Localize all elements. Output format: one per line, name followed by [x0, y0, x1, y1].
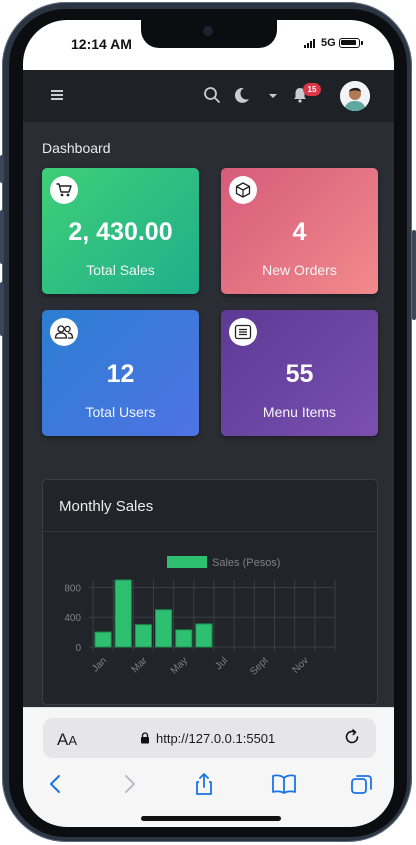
- battery-tip: [361, 41, 363, 45]
- total-users-card[interactable]: 12 Total Users: [42, 310, 199, 436]
- x-tick-label: Jul: [213, 655, 230, 672]
- y-tick-label: 0: [75, 643, 81, 654]
- status-time: 12:14 AM: [71, 36, 132, 52]
- url-text: http://127.0.0.1:5501: [156, 731, 276, 746]
- bar-may: [175, 629, 193, 648]
- bar-feb: [114, 579, 132, 648]
- camera-icon: [203, 26, 213, 36]
- lock-icon: [141, 732, 149, 744]
- avatar-image: [340, 81, 370, 111]
- bar-mar: [134, 624, 153, 648]
- total-sales-label: Total Sales: [86, 262, 155, 278]
- search-icon[interactable]: [203, 86, 221, 104]
- battery-icon: [339, 38, 360, 48]
- x-tick-label: Mar: [130, 655, 150, 675]
- total-users-label: Total Users: [85, 404, 156, 420]
- total-sales-card[interactable]: 2, 430.00 Total Sales: [42, 168, 199, 294]
- new-orders-label: New Orders: [262, 262, 337, 278]
- cart-icon: [50, 176, 78, 204]
- dashboard-content: Dashboard 2, 430.00 Total Sales 4 New Or…: [23, 122, 394, 732]
- avatar[interactable]: [340, 81, 370, 111]
- x-tick-label: Sept: [248, 655, 270, 677]
- phone-side-button: [0, 282, 4, 336]
- monthly-sales-card: Monthly Sales Sales (Pesos) 0 400 800 Jan Mar…: [42, 479, 378, 705]
- navbar: 15: [23, 70, 394, 122]
- network-label: 5G: [321, 37, 336, 49]
- box-icon: [229, 176, 257, 204]
- phone-power-button: [412, 230, 416, 320]
- legend-label: Sales (Pesos): [212, 557, 280, 569]
- notch: [141, 20, 277, 48]
- users-icon: [50, 318, 78, 346]
- page-title: Dashboard: [42, 140, 111, 156]
- forward-icon[interactable]: [116, 772, 142, 796]
- y-tick-label: 400: [64, 613, 81, 624]
- back-icon[interactable]: [43, 772, 69, 796]
- text-size-label: A: [57, 730, 69, 749]
- menu-items-value: 55: [285, 360, 314, 388]
- phone-side-button: [0, 210, 4, 264]
- share-icon[interactable]: [191, 772, 217, 796]
- address-bar[interactable]: AA http://127.0.0.1:5501: [43, 718, 376, 758]
- x-tick-label: May: [169, 655, 190, 676]
- new-orders-value: 4: [292, 218, 307, 246]
- phone-side-button: [0, 155, 4, 183]
- y-tick-label: 800: [64, 583, 81, 594]
- tabs-icon[interactable]: [349, 772, 375, 796]
- list-icon: [229, 318, 257, 346]
- menu-icon[interactable]: [51, 90, 63, 100]
- legend-swatch: [167, 556, 207, 568]
- browser-toolbar: AA http://127.0.0.1:5501: [23, 707, 394, 827]
- moon-icon[interactable]: [233, 86, 251, 104]
- status-bar: 12:14 AM 5G: [23, 20, 394, 70]
- menu-items-label: Menu Items: [262, 404, 337, 420]
- x-tick-label: Nov: [291, 655, 311, 675]
- bookmarks-icon[interactable]: [271, 772, 297, 796]
- total-users-value: 12: [106, 360, 135, 388]
- new-orders-card[interactable]: 4 New Orders: [221, 168, 378, 294]
- menu-items-card[interactable]: 55 Menu Items: [221, 310, 378, 436]
- phone-screen: 12:14 AM 5G 15 Dashboard 2, 430.00 Total…: [23, 20, 394, 827]
- reload-icon[interactable]: [343, 728, 361, 746]
- caret-down-icon[interactable]: [268, 92, 278, 100]
- bar-jun: [195, 623, 213, 648]
- bar-jan: [94, 631, 112, 648]
- monthly-sales-chart: Sales (Pesos) 0 400 800 Jan Mar May Jul Sept Nov: [64, 556, 336, 678]
- bar-apr: [155, 609, 173, 648]
- chart-divider: [43, 531, 377, 532]
- chart-title: Monthly Sales: [59, 498, 154, 515]
- x-tick-label: Jan: [90, 655, 109, 674]
- home-indicator: [141, 816, 281, 821]
- text-size-label-small: A: [68, 733, 78, 748]
- total-sales-value: 2, 430.00: [68, 218, 173, 246]
- notification-badge: 15: [303, 83, 321, 96]
- text-size-button[interactable]: AA: [57, 730, 77, 750]
- signal-icon: [304, 39, 318, 48]
